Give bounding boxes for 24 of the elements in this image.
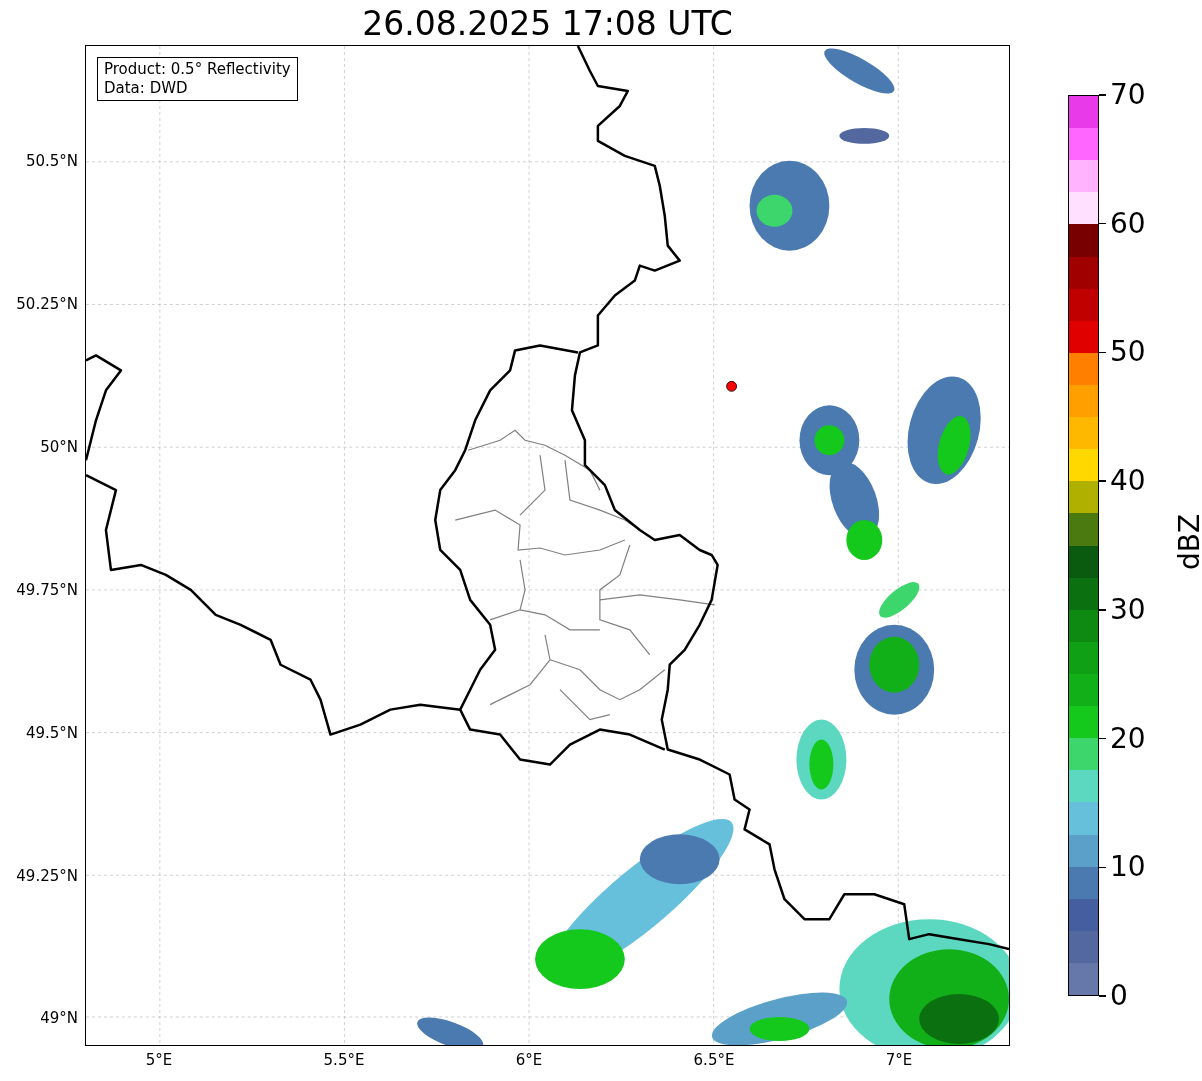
longitude-label: 6.5°E: [692, 1051, 736, 1069]
latitude-label: 50.25°N: [16, 295, 78, 313]
latitude-label: 49.25°N: [16, 867, 78, 885]
colorbar-tick-label: 30: [1110, 592, 1146, 627]
colorbar-label: dBZ: [1173, 513, 1202, 571]
longitude-label: 5.5°E: [322, 1051, 366, 1069]
colorbar-tick-label: 10: [1110, 850, 1146, 885]
latitude-label: 49.5°N: [25, 724, 78, 742]
legend-text: Product: 0.5° Reflectivity: [104, 60, 291, 79]
colorbar-tick-label: 0: [1110, 979, 1128, 1013]
chart-title: 26.08.2025 17:08 UTC: [361, 4, 734, 44]
colorbar-tick-label: 70: [1110, 78, 1146, 112]
longitude-label: 6°E: [514, 1051, 544, 1069]
latitude-label: 49.75°N: [16, 581, 78, 599]
colorbar-tick-label: 60: [1110, 206, 1146, 241]
latitude-label: 50.5°N: [25, 152, 78, 170]
legend-text: Data: DWD: [104, 79, 189, 98]
colorbar-tick-label: 40: [1110, 464, 1146, 499]
latitude-label: 50°N: [40, 438, 78, 456]
colorbar-tick-label: 20: [1110, 721, 1146, 756]
longitude-label: 7°E: [884, 1051, 914, 1069]
latitude-label: 49°N: [40, 1009, 78, 1027]
longitude-label: 5°E: [144, 1051, 174, 1069]
colorbar-tick-label: 50: [1110, 335, 1146, 370]
